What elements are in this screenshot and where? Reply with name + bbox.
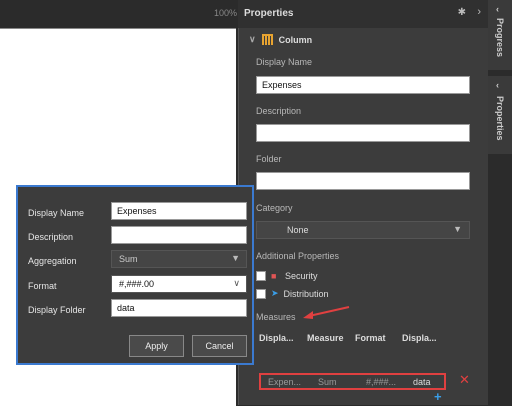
display-name-label: Display Name — [256, 57, 313, 67]
description-input[interactable] — [256, 124, 470, 142]
measures-label: Measures — [256, 312, 296, 322]
chevron-down-icon: ▼ — [453, 224, 462, 234]
pin-icon[interactable]: ✱ — [458, 7, 466, 18]
chevron-left-icon: ‹ — [496, 80, 499, 90]
measures-row-highlighted[interactable]: Expen... Sum #,###... data — [259, 373, 446, 390]
chevron-left-icon: ‹ — [496, 4, 499, 14]
measures-col-header: Measure — [307, 333, 344, 343]
dialog-display-folder-label: Display Folder — [28, 305, 86, 315]
chevron-down-icon[interactable]: ∨ — [249, 34, 256, 45]
distribution-label: Distribution — [283, 288, 329, 299]
folder-label: Folder — [256, 154, 282, 164]
additional-properties-label: Additional Properties — [256, 251, 340, 261]
aggregation-select[interactable]: Sum ▼ — [111, 250, 247, 268]
measures-col-header: Displa... — [402, 333, 437, 343]
dialog-description-label: Description — [28, 232, 74, 242]
dialog-aggregation-label: Aggregation — [28, 256, 77, 266]
measure-edit-dialog: Display Name Expenses Description Aggreg… — [16, 185, 254, 365]
aggregation-value: Sum — [119, 254, 138, 264]
security-row: ■ Security — [256, 271, 318, 281]
properties-title-bar: Properties ✱ › — [238, 0, 488, 28]
dialog-display-name-input[interactable]: Expenses — [111, 202, 247, 220]
category-value: None — [287, 225, 309, 235]
section-title: Column — [278, 34, 313, 45]
column-icon — [261, 34, 273, 45]
delete-icon[interactable]: ✕ — [459, 373, 470, 386]
security-label: Security — [285, 271, 318, 281]
annotation-arrow-icon — [303, 306, 350, 319]
distribution-row: ➤ Distribution — [256, 288, 329, 299]
dialog-display-folder-input[interactable]: data — [111, 299, 247, 317]
dialog-display-name-label: Display Name — [28, 208, 85, 218]
category-label: Category — [256, 203, 293, 213]
chevron-down-icon: ∨ — [233, 278, 240, 288]
properties-title: Properties — [244, 8, 294, 19]
distribution-checkbox[interactable] — [256, 288, 266, 299]
folder-input[interactable] — [256, 172, 470, 190]
display-name-input[interactable]: Expenses — [256, 76, 470, 94]
description-label: Description — [256, 106, 302, 116]
dialog-description-input[interactable] — [111, 226, 247, 244]
chevron-right-icon[interactable]: › — [477, 6, 481, 18]
canvas-toolbar: 100% — [0, 0, 238, 28]
dialog-format-label: Format — [28, 281, 57, 291]
right-rail: ‹ Progress ‹ Properties — [488, 0, 512, 405]
tab-properties-label: Properties — [495, 96, 505, 141]
add-icon[interactable]: + — [434, 390, 442, 403]
properties-panel: ∨ Column Display Name Expenses Descripti… — [238, 28, 489, 405]
chevron-down-icon: ▼ — [231, 253, 240, 263]
measure-cell: data — [413, 376, 431, 387]
tab-progress[interactable]: ‹ Progress — [488, 0, 512, 70]
cancel-button[interactable]: Cancel — [192, 335, 247, 357]
format-value: #,###.00 — [119, 279, 155, 289]
category-select[interactable]: None ▼ — [256, 221, 470, 239]
column-section-header[interactable]: ∨ Column — [249, 34, 312, 45]
measure-cell: #,###... — [366, 376, 397, 387]
send-icon: ➤ — [271, 288, 279, 298]
format-select[interactable]: #,###.00 ∨ — [111, 275, 247, 293]
measures-col-header: Displa... — [259, 333, 294, 343]
measure-cell: Sum — [318, 376, 337, 387]
measures-header: Displa... Measure Format Displa... — [259, 333, 446, 343]
apply-button[interactable]: Apply — [129, 335, 184, 357]
measure-cell: Expen... — [268, 376, 302, 387]
security-checkbox[interactable] — [256, 271, 266, 281]
zoom-level[interactable]: 100% — [214, 8, 237, 18]
tab-progress-label: Progress — [495, 18, 505, 58]
measures-col-header: Format — [355, 333, 386, 343]
lock-icon: ■ — [271, 270, 277, 281]
tab-properties[interactable]: ‹ Properties — [488, 76, 512, 154]
